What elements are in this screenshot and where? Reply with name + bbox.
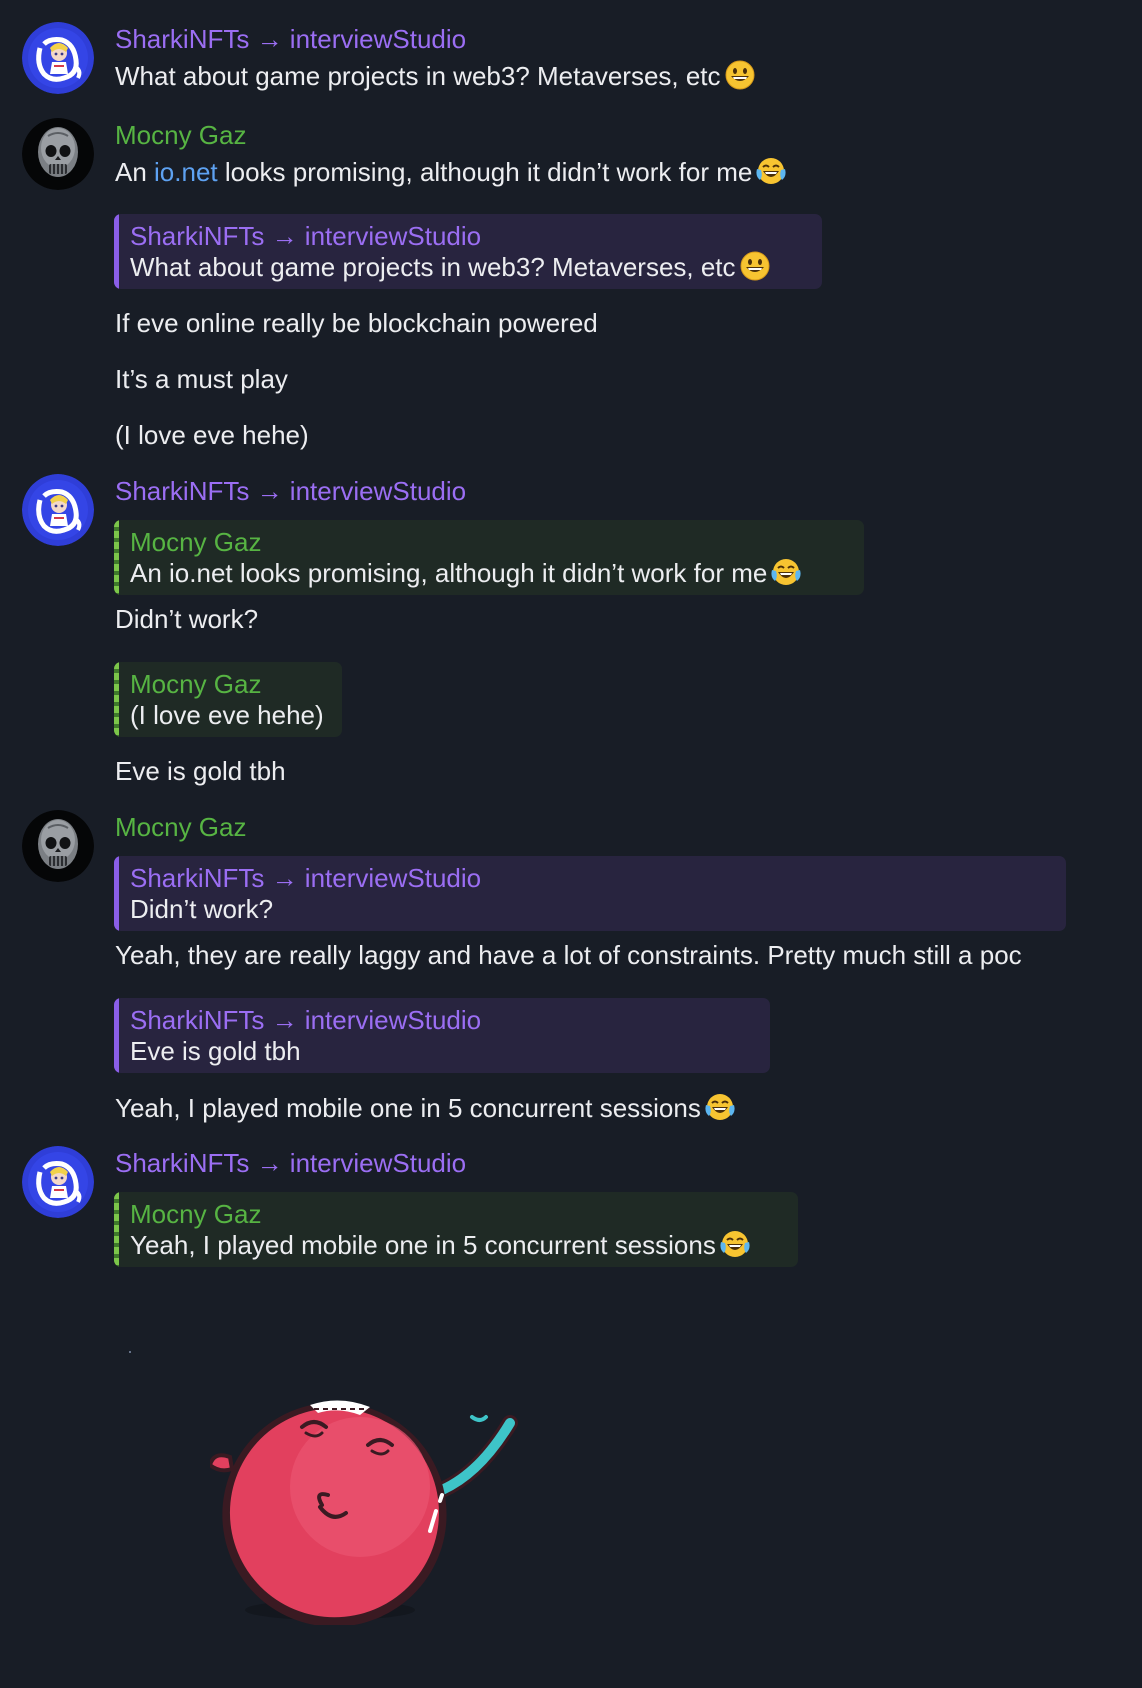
message-text: What about game projects in web3? Metave… [115,60,755,91]
sender-name[interactable]: SharkiNFTs → interviewStudio [115,476,466,506]
reply-quote-name: Mocny Gaz [130,1199,262,1229]
message-text: Eve is gold tbh [115,756,286,786]
reply-quote-name: Mocny Gaz [130,527,262,557]
reply-quote[interactable]: SharkiNFTs → interviewStudio What about … [114,214,822,289]
sender-name[interactable]: SharkiNFTs → interviewStudio [115,1148,466,1178]
avatar[interactable] [22,118,94,190]
tears-of-joy-emoji [719,1230,750,1258]
reply-quote-text: An io.net looks promising, although it d… [130,557,850,589]
message-text: It’s a must play [115,364,288,394]
reply-quote[interactable]: Mocny Gaz An io.net looks promising, alt… [114,520,864,595]
message-text: If eve online really be blockchain power… [115,308,598,338]
tears-of-joy-emoji [756,157,787,185]
io-net-link[interactable]: io.net [154,157,218,187]
reply-quote[interactable]: SharkiNFTs → interviewStudio Eve is gold… [114,998,770,1073]
grinning-face-emoji [740,251,770,281]
avatar[interactable] [22,1146,94,1218]
reply-quote[interactable]: SharkiNFTs → interviewStudio Didn’t work… [114,856,1066,931]
avatar[interactable] [22,22,94,94]
reply-quote-name: SharkiNFTs → interviewStudio [130,1005,482,1035]
reply-quote[interactable]: Mocny Gaz (I love eve hehe) [114,662,342,737]
grinning-face-emoji [725,60,755,90]
reply-quote[interactable]: Mocny Gaz Yeah, I played mobile one in 5… [114,1192,798,1267]
reply-quote-text: (I love eve hehe) [130,700,324,730]
reply-quote-name: Mocny Gaz [130,669,262,699]
decorative-dot [129,1351,131,1353]
message-text: An io.net looks promising, although it d… [115,156,787,187]
sender-name[interactable]: Mocny Gaz [115,120,247,150]
tears-of-joy-emoji [704,1093,735,1121]
avatar[interactable] [22,810,94,882]
avatar[interactable] [22,474,94,546]
message-text: Yeah, they are really laggy and have a l… [115,940,1022,970]
message-text: Didn’t work? [115,604,259,634]
message-text: Yeah, I played mobile one in 5 concurren… [115,1092,735,1123]
sender-name[interactable]: SharkiNFTs → interviewStudio [115,24,466,54]
reply-quote-name: SharkiNFTs → interviewStudio [130,863,482,893]
message-text: (I love eve hehe) [115,420,309,450]
tears-of-joy-emoji [771,558,802,586]
chat-history: SharkiNFTs → interviewStudio What about … [0,0,1142,1688]
reply-quote-text: Eve is gold tbh [130,1036,301,1066]
sender-name[interactable]: Mocny Gaz [115,812,247,842]
reply-quote-text: Yeah, I played mobile one in 5 concurren… [130,1229,784,1261]
laughing-pink-ball-sticker[interactable] [210,1395,530,1625]
reply-quote-text: What about game projects in web3? Metave… [130,251,808,283]
reply-quote-name: SharkiNFTs → interviewStudio [130,221,482,251]
reply-quote-text: Didn’t work? [130,894,274,924]
